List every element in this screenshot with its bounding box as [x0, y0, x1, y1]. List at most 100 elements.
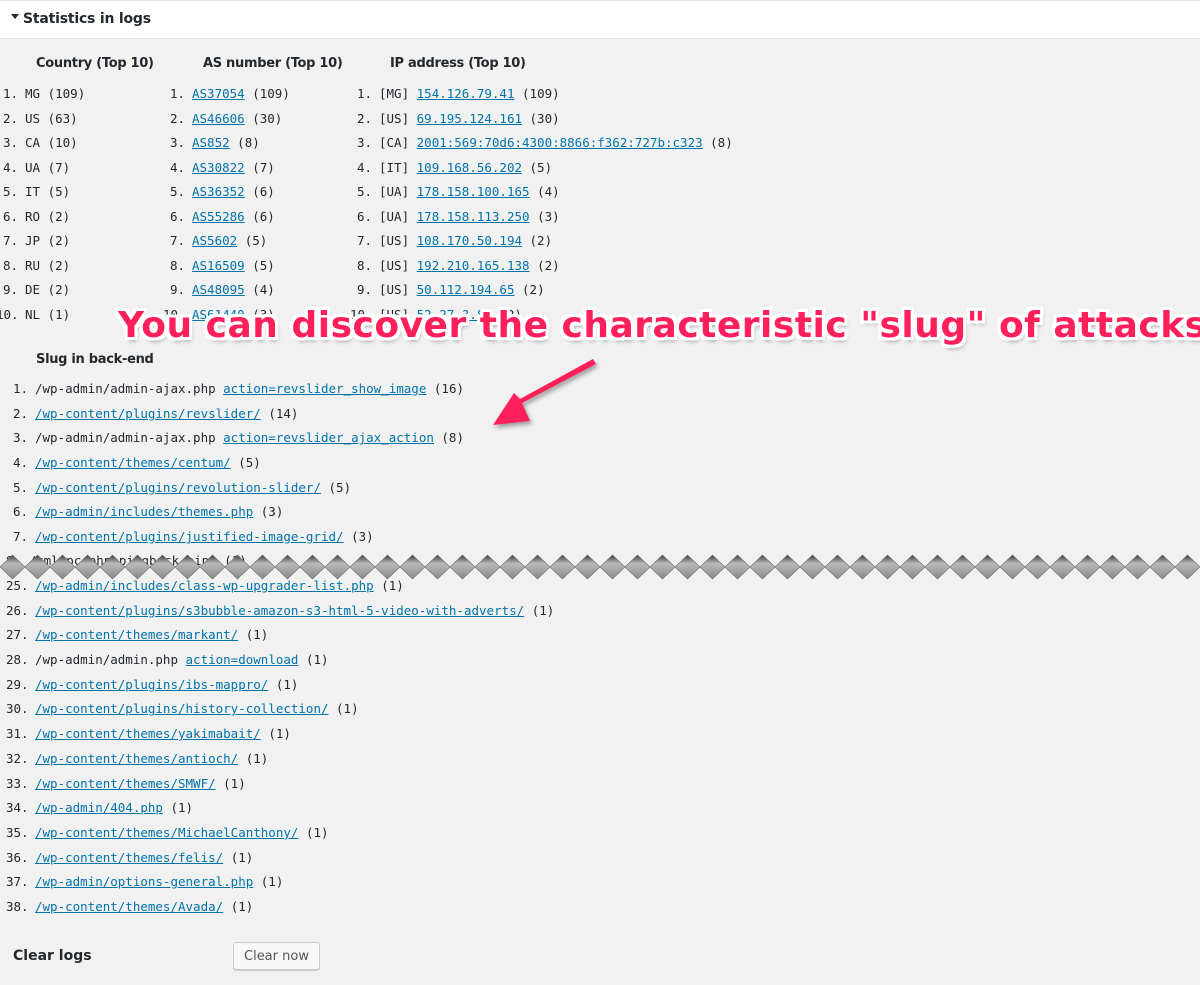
- item-count: (2): [529, 233, 553, 248]
- item-number: 6.: [2, 208, 18, 224]
- as-number-link[interactable]: AS48095: [192, 282, 245, 297]
- list-item: 10. NL (1): [0, 307, 85, 332]
- slug-path-link[interactable]: /wp-content/themes/Avada/: [35, 899, 223, 914]
- list-item: 1. MG (109): [0, 86, 85, 111]
- item-count: (8): [237, 135, 260, 150]
- ip-address-link[interactable]: 2001:569:70d6:4300:8866:f362:727b:c323: [417, 135, 703, 150]
- ip-address-link[interactable]: 178.158.100.165: [417, 184, 530, 199]
- slug-path-link[interactable]: /wp-content/themes/felis/: [35, 850, 223, 865]
- item-count: (4): [537, 184, 560, 199]
- list-item: 34. /wp-admin/404.php (1): [6, 800, 554, 825]
- list-item: 27. /wp-content/themes/markant/ (1): [6, 627, 554, 652]
- item-number: 2.: [169, 110, 185, 126]
- item-number: 4.: [2, 159, 18, 175]
- slug-path-link[interactable]: /wp-admin/includes/themes.php: [35, 504, 253, 519]
- slug-path-link[interactable]: /wp-content/themes/markant/: [35, 627, 238, 642]
- slug-query-link[interactable]: action=revslider_show_image: [223, 381, 426, 396]
- ip-address-link[interactable]: 192.210.165.138: [417, 258, 530, 273]
- slug-path-link[interactable]: /wp-admin/includes/class-wp-upgrader-lis…: [35, 578, 374, 593]
- as-number-link[interactable]: AS30822: [192, 160, 245, 175]
- ip-address-link[interactable]: 109.168.56.202: [417, 160, 522, 175]
- item-number: 5.: [2, 184, 18, 199]
- item-number: 30.: [6, 701, 29, 717]
- as-number-link[interactable]: AS46606: [192, 111, 245, 126]
- slug-path-link[interactable]: /wp-admin/options-general.php: [35, 874, 253, 889]
- slug-path-link[interactable]: /wp-content/themes/yakimabait/: [35, 726, 261, 741]
- item-number: 7.: [356, 233, 372, 248]
- as-number-list: 1. AS37054 (109) 2. AS46606 (30) 3. AS852 (8)…: [163, 86, 290, 331]
- section-header[interactable]: Statistics in logs: [0, 0, 1200, 39]
- slug-path-link[interactable]: /wp-content/plugins/ibs-mappro/: [35, 677, 268, 692]
- item-count: (1): [230, 849, 254, 865]
- slug-path-link[interactable]: /wp-content/plugins/revslider/: [35, 406, 261, 421]
- country-code: UA: [25, 159, 41, 175]
- item-count: (4): [252, 282, 275, 297]
- list-item: 1. [MG] 154.126.79.41 (109): [350, 86, 733, 111]
- section-title: Statistics in logs: [23, 11, 151, 27]
- list-item: 9. [US] 50.112.194.65 (2): [350, 282, 733, 307]
- ip-address-link[interactable]: 69.195.124.161: [417, 111, 522, 126]
- item-count: (1): [275, 676, 299, 692]
- country-list: 1. MG (109) 2. US (63) 3. CA (10) 4. UA (7) 5. IT…: [0, 86, 85, 331]
- item-number: 34.: [6, 800, 29, 816]
- item-number: 1.: [2, 86, 18, 101]
- item-number: 1.: [169, 86, 185, 101]
- country-code: [US]: [379, 110, 410, 126]
- item-count: (1): [223, 775, 246, 791]
- item-count: (1): [381, 578, 404, 593]
- ip-address-link[interactable]: 154.126.79.41: [417, 86, 515, 101]
- ip-address-list: 1. [MG] 154.126.79.41 (109) 2. [US] 69.195.…: [350, 86, 733, 331]
- item-number: 5.: [12, 479, 28, 495]
- item-count: (3): [260, 504, 284, 520]
- country-code: CA: [25, 135, 41, 150]
- country-code: [US]: [379, 257, 410, 273]
- ip-address-link[interactable]: 178.158.113.250: [417, 209, 530, 224]
- slug-path-link[interactable]: /wp-content/plugins/revolution-slider/: [35, 480, 321, 495]
- slug-path-link[interactable]: /wp-admin/404.php: [35, 800, 163, 815]
- slug-path-link[interactable]: /wp-content/plugins/history-collection/: [35, 701, 329, 716]
- as-number-link[interactable]: AS5602: [192, 233, 237, 248]
- slug-path-link[interactable]: /wp-content/themes/centum/: [35, 455, 231, 470]
- slug-query-link[interactable]: action=revslider_ajax_action: [223, 430, 434, 445]
- slug-query-link[interactable]: action=download: [186, 652, 299, 667]
- list-item: 31. /wp-content/themes/yakimabait/ (1): [6, 726, 554, 751]
- item-count: (5): [47, 184, 71, 199]
- list-item: 29. /wp-content/plugins/ibs-mappro/ (1): [6, 677, 554, 702]
- item-count: (2): [522, 282, 545, 297]
- as-number-link[interactable]: AS36352: [192, 184, 245, 199]
- item-number: 37.: [6, 874, 29, 890]
- item-number: 3.: [12, 430, 28, 446]
- slug-path-link[interactable]: /wp-content/themes/MichaelCanthony/: [35, 825, 298, 840]
- country-code: [UA]: [379, 184, 410, 199]
- list-item: 32. /wp-content/themes/antioch/ (1): [6, 751, 554, 776]
- slug-path-link[interactable]: /wp-content/plugins/s3bubble-amazon-s3-h…: [35, 603, 524, 618]
- country-code: [CA]: [379, 135, 410, 150]
- list-item: 36. /wp-content/themes/felis/ (1): [6, 850, 554, 875]
- list-item: 9. AS48095 (4): [163, 282, 290, 307]
- ip-address-link[interactable]: 108.170.50.194: [417, 233, 522, 248]
- item-count: (7): [252, 159, 275, 175]
- as-number-link[interactable]: AS852: [192, 135, 230, 150]
- item-count: (1): [47, 306, 71, 322]
- item-count: (2): [47, 233, 71, 248]
- list-item: 6. AS55286 (6): [163, 209, 290, 234]
- list-item: 1. /wp-admin/admin-ajax.php action=revsli…: [6, 381, 464, 406]
- country-code: [US]: [379, 233, 410, 248]
- slug-path-link[interactable]: /wp-content/themes/SMWF/: [35, 776, 216, 791]
- item-number: 9.: [169, 282, 185, 297]
- slug-list-continued: 25. /wp-admin/includes/class-wp-upgrader-…: [6, 578, 554, 924]
- item-number: 5.: [356, 184, 372, 199]
- item-count: (30): [252, 110, 283, 126]
- as-number-link[interactable]: AS37054: [192, 86, 245, 101]
- slug-path-link[interactable]: /wp-content/themes/antioch/: [35, 751, 238, 766]
- item-number: 8.: [356, 257, 372, 273]
- slug-path-link[interactable]: /wp-content/plugins/justified-image-grid…: [35, 529, 344, 544]
- list-item: 8. RU (2): [0, 258, 85, 283]
- triangle-down-icon[interactable]: [11, 14, 19, 19]
- item-count: (63): [47, 110, 78, 126]
- ip-address-link[interactable]: 50.112.194.65: [417, 282, 515, 297]
- as-number-link[interactable]: AS55286: [192, 209, 245, 224]
- clear-now-button[interactable]: Clear now: [233, 942, 320, 970]
- as-number-link[interactable]: AS16509: [192, 258, 245, 273]
- item-number: 9.: [356, 282, 372, 297]
